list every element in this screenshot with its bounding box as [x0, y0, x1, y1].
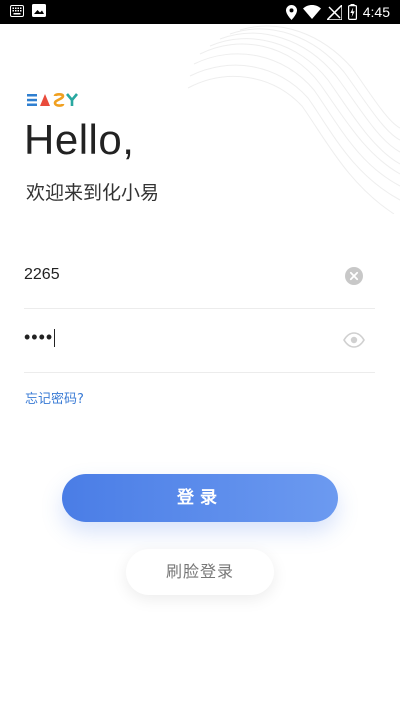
greeting-title: Hello, [24, 116, 135, 163]
login-button[interactable]: 登录 [62, 474, 338, 522]
battery-icon [347, 4, 357, 20]
status-bar: 4:45 [0, 0, 400, 24]
signal-icon [326, 4, 342, 20]
username-field[interactable]: 2265 [24, 246, 375, 309]
eye-icon[interactable] [343, 332, 365, 348]
face-login-button[interactable]: 刷脸登录 [126, 549, 274, 595]
username-value[interactable]: 2265 [24, 264, 60, 286]
text-cursor [54, 329, 56, 348]
background-decoration [187, 25, 400, 214]
location-icon [285, 4, 297, 20]
status-time: 4:45 [362, 4, 390, 20]
welcome-subtitle: 欢迎来到化小易 [26, 182, 160, 204]
password-field[interactable]: •••• [24, 310, 375, 373]
password-value[interactable]: •••• [24, 326, 56, 348]
forgot-password-link[interactable]: 忘记密码? [25, 391, 84, 409]
wifi-icon [302, 5, 321, 19]
keyboard-icon [10, 4, 24, 17]
easy-logo [27, 93, 79, 107]
clear-icon[interactable] [345, 267, 363, 285]
image-icon [32, 4, 46, 17]
